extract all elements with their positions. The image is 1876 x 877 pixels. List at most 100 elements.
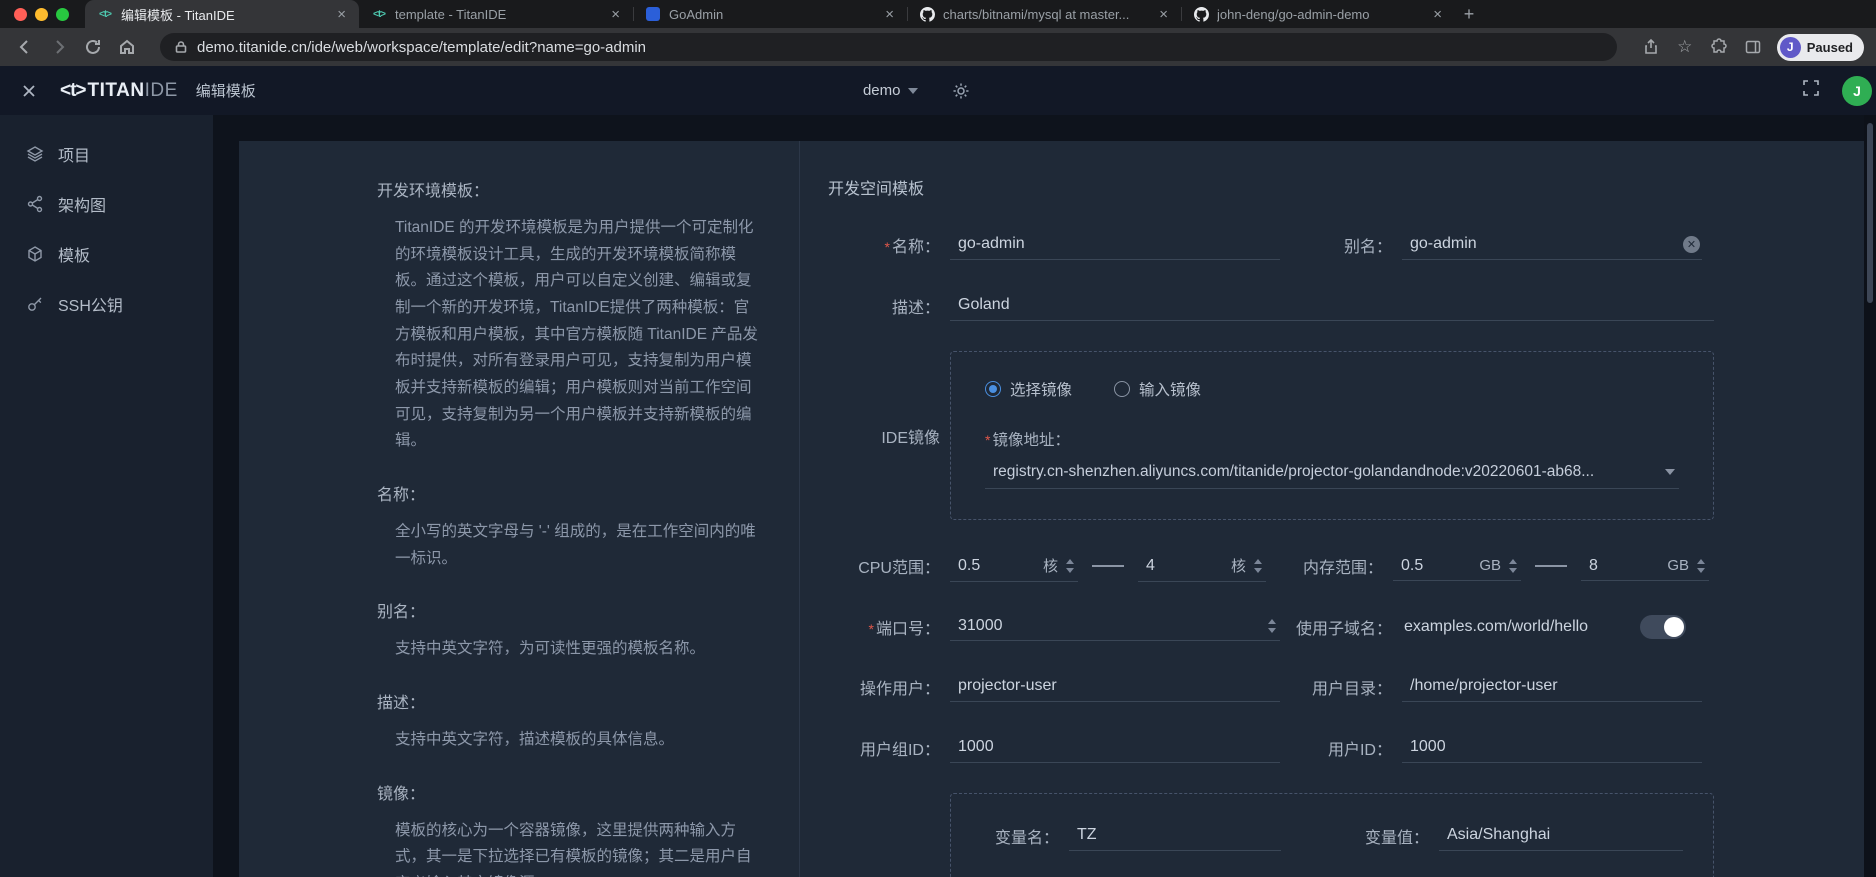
tab-close-icon[interactable]: ×	[1156, 6, 1171, 23]
doc-heading: 描述：	[377, 689, 759, 713]
tab-close-icon[interactable]: ×	[882, 6, 897, 23]
memory-max-input[interactable]	[1589, 557, 1661, 575]
memory-max-field[interactable]: GB	[1581, 552, 1709, 581]
chevron-down-icon[interactable]	[908, 88, 918, 94]
browser-tab-charts-mysql[interactable]: charts/bitnami/mysql at master... ×	[907, 0, 1181, 28]
memory-max-unit: GB	[1667, 557, 1689, 574]
env-value-input[interactable]	[1439, 820, 1683, 851]
radio-input-image[interactable]: 输入镜像	[1114, 378, 1201, 400]
cpu-max-input[interactable]	[1146, 557, 1225, 575]
tab-title: john-deng/go-admin-demo	[1217, 7, 1422, 22]
user-id-input[interactable]	[1402, 732, 1702, 763]
doc-paragraph: 模板的核心为一个容器镜像，这里提供两种输入方式，其一是下拉选择已有模板的镜像；其…	[377, 818, 759, 877]
stepper[interactable]	[1066, 559, 1074, 573]
stepper[interactable]	[1697, 559, 1705, 573]
radio-select-image[interactable]: 选择镜像	[985, 378, 1072, 400]
form-title: 开发空间模板	[828, 175, 1714, 199]
step-up-icon[interactable]	[1268, 619, 1276, 624]
browser-tab-edit-template[interactable]: <t> 编辑模板 - TitanIDE ×	[85, 0, 359, 28]
step-up-icon[interactable]	[1066, 559, 1074, 564]
window-minimize-button[interactable]	[35, 8, 48, 21]
reload-button[interactable]	[80, 34, 106, 60]
user-id-label: 用户ID：	[1280, 736, 1392, 760]
bookmark-star-icon[interactable]: ☆	[1673, 35, 1697, 59]
step-up-icon[interactable]	[1254, 559, 1262, 564]
gear-icon[interactable]	[952, 82, 970, 100]
browser-toolbar: demo.titanide.cn/ide/web/workspace/templ…	[0, 28, 1876, 66]
step-down-icon[interactable]	[1697, 568, 1705, 573]
github-icon	[919, 6, 935, 22]
sidebar-item-ssh-keys[interactable]: SSH公钥	[0, 279, 213, 329]
sidebar-item-projects[interactable]: 项目	[0, 129, 213, 179]
screen: <t> 编辑模板 - TitanIDE × <t> template - Tit…	[0, 0, 1876, 877]
description-input[interactable]	[950, 290, 1714, 321]
tab-title: GoAdmin	[669, 7, 874, 22]
op-user-input[interactable]	[950, 671, 1280, 702]
side-panel-icon[interactable]	[1741, 35, 1765, 59]
memory-min-field[interactable]: GB	[1393, 552, 1521, 581]
window-close-button[interactable]	[14, 8, 27, 21]
step-up-icon[interactable]	[1697, 559, 1705, 564]
clear-icon[interactable]: ✕	[1683, 236, 1700, 253]
share-icon[interactable]	[1639, 35, 1663, 59]
name-input[interactable]	[950, 229, 1280, 260]
sidebar-item-templates[interactable]: 模板	[0, 229, 213, 279]
ide-image-box: 选择镜像 输入镜像 *镜像地址： registry.cn-shenzhen.al…	[950, 351, 1714, 520]
browser-tab-template[interactable]: <t> template - TitanIDE ×	[359, 0, 633, 28]
titanide-logo[interactable]: <t> TITAN IDE	[60, 80, 178, 102]
browser-tab-goadmin[interactable]: GoAdmin ×	[633, 0, 907, 28]
scrollbar-thumb[interactable]	[1867, 123, 1873, 303]
profile-avatar: J	[1780, 37, 1801, 58]
env-var-row: 变量名： 变量值：	[981, 820, 1683, 851]
back-button[interactable]	[12, 34, 38, 60]
tab-close-icon[interactable]: ×	[334, 6, 349, 23]
scrollbar[interactable]	[1864, 115, 1876, 877]
browser-tab-go-admin-demo[interactable]: john-deng/go-admin-demo ×	[1181, 0, 1455, 28]
user-avatar[interactable]: J	[1842, 76, 1872, 106]
group-id-input[interactable]	[950, 732, 1280, 763]
github-icon	[1193, 6, 1209, 22]
image-address-select[interactable]: registry.cn-shenzhen.aliyuncs.com/titani…	[985, 456, 1679, 489]
close-icon[interactable]	[18, 80, 40, 102]
step-down-icon[interactable]	[1254, 568, 1262, 573]
new-tab-button[interactable]: +	[1455, 0, 1483, 28]
cpu-min-input[interactable]	[958, 557, 1037, 575]
stepper[interactable]	[1254, 559, 1262, 573]
port-field[interactable]	[950, 612, 1280, 641]
radio-icon[interactable]	[1114, 381, 1130, 397]
required-marker: *	[985, 432, 990, 448]
sidebar-item-label: SSH公钥	[58, 292, 123, 316]
port-input[interactable]	[958, 617, 1264, 635]
step-down-icon[interactable]	[1509, 568, 1517, 573]
step-up-icon[interactable]	[1509, 559, 1517, 564]
alias-input[interactable]	[1402, 229, 1702, 260]
radio-icon[interactable]	[985, 381, 1001, 397]
tab-close-icon[interactable]: ×	[1430, 6, 1445, 23]
doc-paragraph: TitanIDE 的开发环境模板是为用户提供一个可定制化的环境模板设计工具，生成…	[377, 215, 759, 455]
cpu-max-field[interactable]: 核	[1138, 550, 1266, 582]
stepper[interactable]	[1509, 559, 1517, 573]
memory-min-input[interactable]	[1401, 557, 1473, 575]
radio-label: 输入镜像	[1139, 378, 1201, 400]
cpu-min-field[interactable]: 核	[950, 550, 1078, 582]
step-down-icon[interactable]	[1066, 568, 1074, 573]
subdomain-toggle[interactable]	[1640, 615, 1686, 639]
subdomain-label: 使用子域名：	[1280, 615, 1392, 639]
workspace-select[interactable]: demo	[863, 82, 901, 99]
stepper[interactable]	[1268, 619, 1276, 633]
extensions-icon[interactable]	[1707, 35, 1731, 59]
cpu-max-unit: 核	[1231, 555, 1246, 576]
profile-paused-button[interactable]: J Paused	[1777, 34, 1864, 61]
env-name-input[interactable]	[1069, 820, 1281, 851]
user-dir-input[interactable]	[1402, 671, 1702, 702]
forward-button[interactable]	[46, 34, 72, 60]
window-zoom-button[interactable]	[56, 8, 69, 21]
sidebar-item-architecture[interactable]: 架构图	[0, 179, 213, 229]
address-bar[interactable]: demo.titanide.cn/ide/web/workspace/templ…	[160, 33, 1617, 61]
tab-close-icon[interactable]: ×	[608, 6, 623, 23]
radio-label: 选择镜像	[1010, 378, 1072, 400]
tab-title: 编辑模板 - TitanIDE	[121, 5, 326, 24]
step-down-icon[interactable]	[1268, 628, 1276, 633]
fullscreen-icon[interactable]	[1802, 79, 1820, 102]
home-button[interactable]	[114, 34, 140, 60]
